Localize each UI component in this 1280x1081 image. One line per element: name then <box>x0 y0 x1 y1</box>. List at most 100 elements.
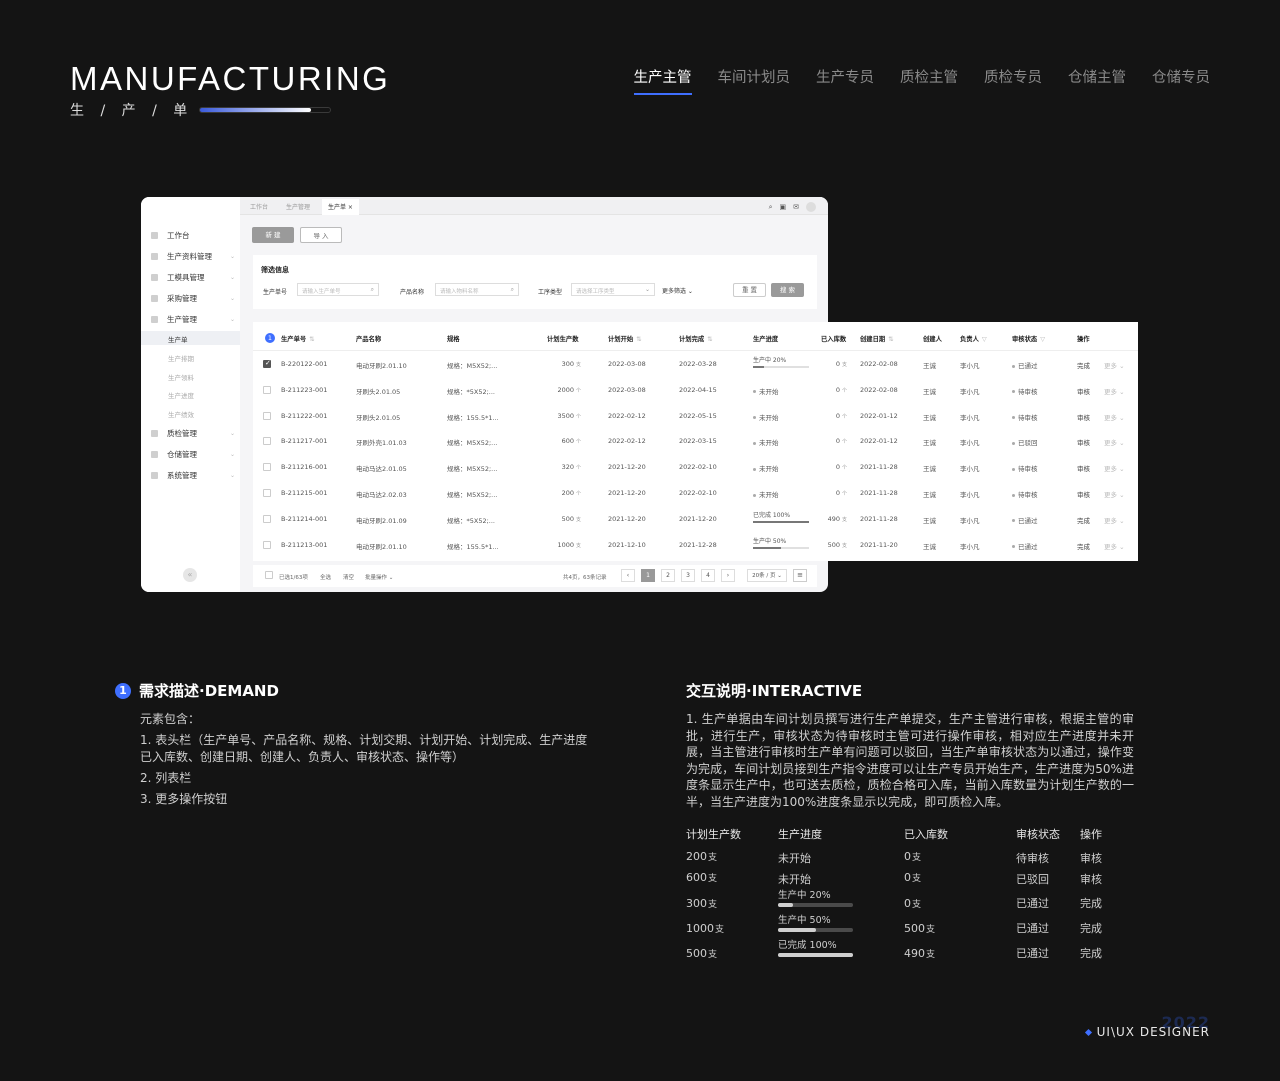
page-button-5[interactable]: › <box>721 569 735 582</box>
filter-label-2: 工序类型 <box>538 289 563 296</box>
action-link[interactable]: 完成 <box>1077 515 1090 525</box>
cell-order-id[interactable]: B-211222-001 <box>281 412 327 420</box>
select-all-link[interactable]: 全选 <box>320 573 331 581</box>
search-icon[interactable]: ⌕ <box>769 203 773 212</box>
more-filters-link[interactable]: 更多筛选 ⌄ <box>662 286 693 295</box>
action-link[interactable]: 审核 <box>1077 386 1090 396</box>
collapse-icon[interactable]: « <box>183 568 197 582</box>
column-header-8[interactable]: 创建日期 ⇅ <box>860 334 893 343</box>
filter-input-0[interactable]: 请输入生产单号 ⌕ <box>297 283 379 296</box>
row-checkbox[interactable] <box>263 540 271 549</box>
progress-bar: 已完成 100% <box>753 510 809 523</box>
page-size-select[interactable]: 20条 / 页 ⌄ <box>747 569 787 582</box>
column-header-10[interactable]: 负责人 ▽ <box>960 334 987 343</box>
row-checkbox[interactable] <box>263 411 271 420</box>
table-row[interactable]: B-211213-001 电动牙刷2.01.10 规格：155.5*1... 1000… <box>253 532 1138 558</box>
tab-0[interactable]: 工作台 <box>250 202 268 211</box>
batch-action-dropdown[interactable]: 批量操作 ⌄ <box>365 573 393 581</box>
table-row[interactable]: B-211216-001 电动马达2.01.05 规格：M5X52;... 320 个 2… <box>253 454 1138 480</box>
more-dropdown[interactable]: 更多 ⌄ <box>1104 489 1125 499</box>
page-button-1[interactable]: 1 <box>641 569 655 582</box>
action-link[interactable]: 审核 <box>1077 489 1090 499</box>
sidebar-item-1[interactable]: 生产资料管理 ⌄ <box>151 251 235 262</box>
sidebar-subitem-0[interactable]: 生产单 <box>168 334 188 344</box>
filter-input-1[interactable]: 请输入物料名称 ⌕ <box>435 283 519 296</box>
select-all-checkbox[interactable] <box>265 571 273 579</box>
row-checkbox[interactable] <box>263 437 271 446</box>
more-dropdown[interactable]: 更多 ⌄ <box>1104 463 1125 473</box>
column-header-5[interactable]: 计划完成 ⇅ <box>679 334 712 343</box>
column-header-4[interactable]: 计划开始 ⇅ <box>608 334 641 343</box>
sidebar-subitem-4[interactable]: 生产绩效 <box>168 409 194 419</box>
action-link[interactable]: 审核 <box>1077 463 1090 473</box>
more-dropdown[interactable]: 更多 ⌄ <box>1104 515 1125 525</box>
cell-order-id[interactable]: B-211216-001 <box>281 463 327 471</box>
sidebar-item-7[interactable]: 系统管理 ⌄ <box>151 470 235 481</box>
role-tab-3[interactable]: 质检主管 <box>900 66 958 95</box>
filter-input-2[interactable]: 请选择工序类型 ⌄ <box>571 283 655 296</box>
page-button-4[interactable]: 4 <box>701 569 715 582</box>
cell-creator: 王诚 <box>923 362 936 370</box>
tab-1[interactable]: 生产管理 <box>286 202 310 211</box>
avatar[interactable] <box>806 202 816 212</box>
role-tab-5[interactable]: 仓储主管 <box>1068 66 1126 95</box>
sidebar-item-2[interactable]: 工模具管理 ⌄ <box>151 272 235 283</box>
role-tab-6[interactable]: 仓储专员 <box>1152 66 1210 95</box>
table-row[interactable]: B-211214-001 电动牙刷2.01.09 规格：*5X52;... 500 支 2… <box>253 506 1138 532</box>
sidebar-item-6[interactable]: 仓储管理 ⌄ <box>151 449 235 460</box>
cell-review-status: 已驳回 <box>1012 437 1038 447</box>
row-checkbox[interactable] <box>263 463 271 472</box>
role-tab-0[interactable]: 生产主管 <box>633 66 692 95</box>
table-row[interactable]: B-211217-001 牙刷外壳1.01.03 规格：M5X52;... 600 个 2… <box>253 428 1138 454</box>
search-button[interactable]: 搜 索 <box>771 283 804 297</box>
cell-plan-start: 2021-12-20 <box>608 514 646 523</box>
action-link[interactable]: 完成 <box>1077 541 1090 551</box>
action-link[interactable]: 完成 <box>1077 360 1090 370</box>
table-row[interactable]: B-211222-001 牙刷头2.01.05 规格：155.5*1... 3500 个… <box>253 403 1138 429</box>
sidebar-subitem-2[interactable]: 生产领料 <box>168 372 194 382</box>
sidebar-item-5[interactable]: 质检管理 ⌄ <box>151 428 235 439</box>
page-button-2[interactable]: 2 <box>661 569 675 582</box>
new-button[interactable]: 新 建 <box>252 227 294 243</box>
table-row[interactable]: B-220122-001电动牙刷2.01.10规格：M5X52;...300支2… <box>253 351 1138 377</box>
cell-order-id[interactable]: B-211223-001 <box>281 386 327 394</box>
cell-order-id[interactable]: B-211215-001 <box>281 489 327 497</box>
mail-icon[interactable]: ✉ <box>793 203 799 211</box>
tab-2[interactable]: 生产单 × <box>322 199 359 215</box>
role-tab-4[interactable]: 质检专员 <box>984 66 1042 95</box>
more-dropdown[interactable]: 更多 ⌄ <box>1104 360 1125 370</box>
reset-button[interactable]: 重 置 <box>733 283 766 297</box>
cell-order-id[interactable]: B-211213-001 <box>281 541 327 549</box>
row-checkbox[interactable] <box>263 514 271 523</box>
more-dropdown[interactable]: 更多 ⌄ <box>1104 412 1125 422</box>
cell-order-id[interactable]: B-211214-001 <box>281 515 327 523</box>
more-dropdown[interactable]: 更多 ⌄ <box>1104 541 1125 551</box>
more-dropdown[interactable]: 更多 ⌄ <box>1104 437 1125 447</box>
sidebar-item-3[interactable]: 采购管理 ⌄ <box>151 293 235 304</box>
action-link[interactable]: 审核 <box>1077 437 1090 447</box>
row-checkbox[interactable] <box>263 385 271 394</box>
cell-order-id[interactable]: B-220122-001 <box>281 360 327 368</box>
page-button-3[interactable]: 3 <box>681 569 695 582</box>
sidebar-item-4[interactable]: 生产管理 ⌄ <box>151 314 235 325</box>
row-checkbox[interactable] <box>263 489 271 497</box>
sidebar-item-0[interactable]: 工作台 <box>151 230 235 241</box>
row-checkbox[interactable] <box>263 359 271 368</box>
table-row[interactable]: B-211223-001 牙刷头2.01.05 规格：*5X52;... 2000 个 2… <box>253 377 1138 403</box>
column-header-0[interactable]: 生产单号 ⇅ <box>281 334 314 343</box>
sidebar-subitem-1[interactable]: 生产排期 <box>168 353 194 363</box>
message-icon[interactable]: ▣ <box>780 203 787 211</box>
column-header-label: 创建日期 <box>860 336 886 343</box>
page-button-0[interactable]: ‹ <box>621 569 635 582</box>
role-tab-2[interactable]: 生产专员 <box>816 66 874 95</box>
cell-order-id[interactable]: B-211217-001 <box>281 437 327 445</box>
clear-link[interactable]: 清空 <box>343 573 354 581</box>
sidebar-subitem-3[interactable]: 生产进度 <box>168 390 194 400</box>
more-dropdown[interactable]: 更多 ⌄ <box>1104 386 1125 396</box>
role-tab-1[interactable]: 车间计划员 <box>718 66 791 95</box>
import-button[interactable]: 导 入 <box>300 227 342 243</box>
column-header-11[interactable]: 审核状态 ▽ <box>1012 334 1045 343</box>
action-link[interactable]: 审核 <box>1077 412 1090 422</box>
table-row[interactable]: B-211215-001 电动马达2.02.03 规格：M5X52;... 200 个 2… <box>253 480 1138 506</box>
menu-icon[interactable]: ≡ <box>793 569 807 582</box>
